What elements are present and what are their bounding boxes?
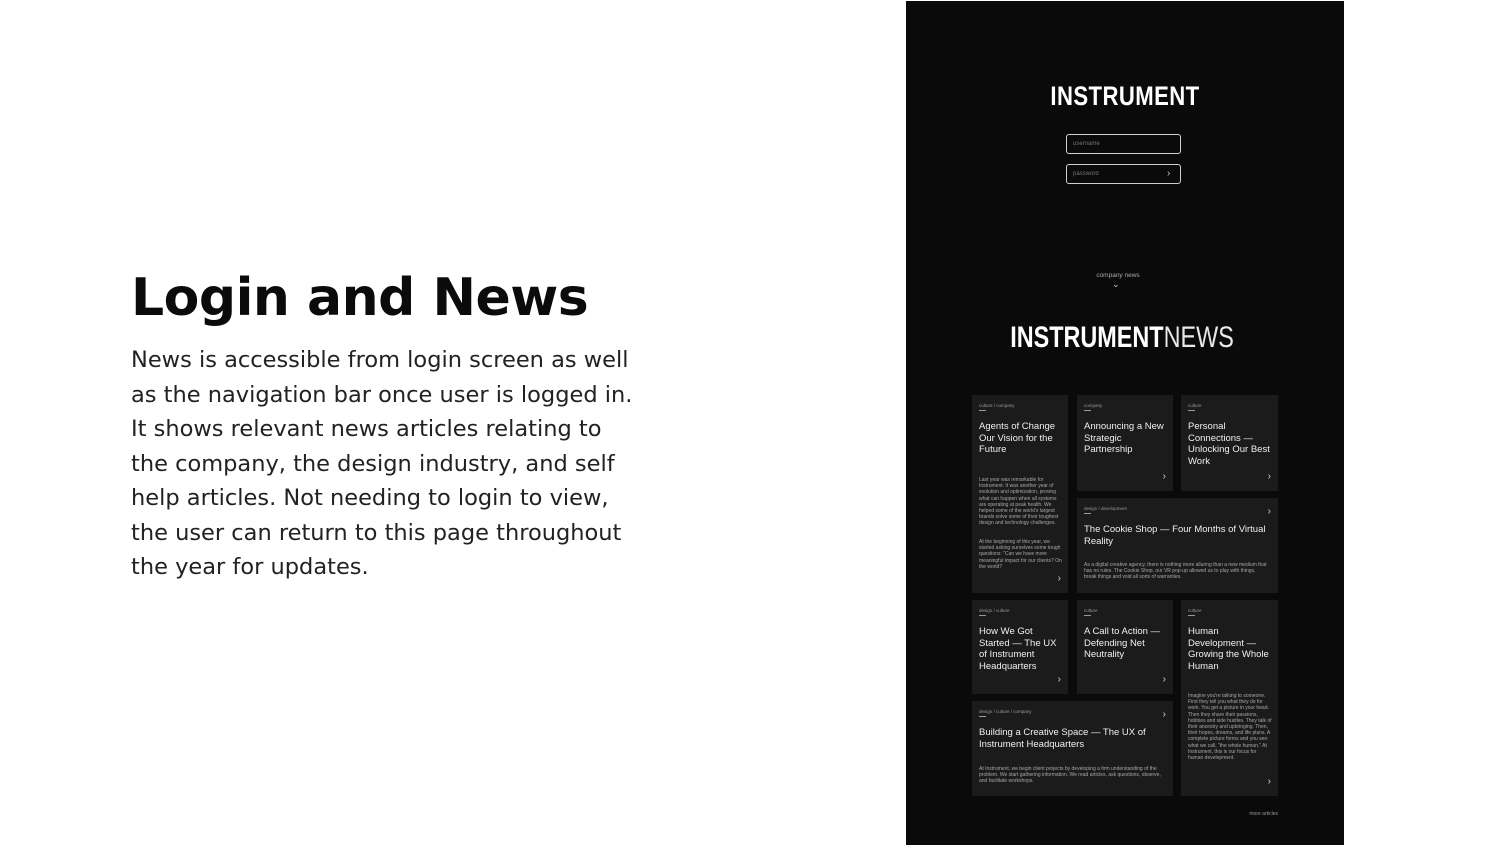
tag-divider — [1188, 615, 1195, 616]
article-tag: culture — [1188, 403, 1202, 408]
chevron-right-icon[interactable]: › — [1163, 675, 1166, 685]
article-card[interactable]: design / culture How We Got Started — Th… — [972, 600, 1068, 694]
article-card[interactable]: culture / company Agents of Change Our V… — [972, 395, 1068, 593]
article-excerpt: Last year was remarkable for Instrument.… — [979, 477, 1059, 527]
article-title: A Call to Action — Defending Net Neutral… — [1084, 626, 1161, 661]
article-tag: design / culture — [979, 608, 1010, 613]
slide-description: News is accessible from login screen as … — [131, 347, 633, 580]
chevron-right-icon[interactable]: › — [1167, 168, 1170, 180]
article-excerpt: As a digital creative agency, there is n… — [1084, 562, 1267, 581]
article-tag: culture / company — [979, 403, 1015, 408]
chevron-right-icon[interactable]: › — [1163, 710, 1166, 720]
article-excerpt: At the beginning of this year, we starte… — [979, 539, 1062, 570]
article-card[interactable]: culture Human Development — Growing the … — [1181, 600, 1278, 796]
article-title: Agents of Change Our Vision for the Futu… — [979, 421, 1056, 456]
instrument-logo: INSTRUMENT — [1050, 81, 1200, 111]
tag-divider — [979, 410, 986, 411]
news-title-bold: INSTRUMENT — [1010, 321, 1164, 354]
article-tag: company — [1084, 403, 1103, 408]
tag-divider — [1084, 410, 1091, 411]
tag-divider — [1188, 410, 1195, 411]
chevron-right-icon[interactable]: › — [1268, 507, 1271, 517]
news-title: INSTRUMENTNEWS — [954, 321, 1291, 355]
article-card[interactable]: culture Personal Connections — Unlocking… — [1181, 395, 1278, 491]
password-input[interactable] — [1066, 164, 1181, 184]
tag-divider — [979, 615, 986, 616]
article-title: How We Got Started — The UX of Instrumen… — [979, 626, 1057, 673]
chevron-right-icon[interactable]: › — [1058, 574, 1061, 584]
article-title: The Cookie Shop — Four Months of Virtual… — [1084, 524, 1266, 547]
company-news-link[interactable]: company news — [906, 272, 1330, 279]
article-tag: culture — [1084, 608, 1098, 613]
app-screenshot: INSTRUMENT › company news ⌄ INSTRUMENTNE… — [906, 1, 1344, 845]
article-tag: culture — [1188, 608, 1202, 613]
article-tag: design / culture / company — [979, 709, 1032, 714]
article-title: Personal Connections — Unlocking Our Bes… — [1188, 421, 1270, 468]
article-card[interactable]: design / development › The Cookie Shop —… — [1077, 498, 1278, 593]
chevron-right-icon[interactable]: › — [1268, 777, 1271, 787]
article-excerpt: At Instrument, we begin client projects … — [979, 766, 1161, 785]
chevron-down-icon[interactable]: ⌄ — [1112, 279, 1120, 290]
article-card[interactable]: company Announcing a New Strategic Partn… — [1077, 395, 1173, 491]
slide-heading: Login and News — [131, 268, 589, 328]
tag-divider — [979, 716, 986, 717]
tag-divider — [1084, 615, 1091, 616]
chevron-right-icon[interactable]: › — [1163, 472, 1166, 482]
tag-divider — [1084, 513, 1091, 514]
article-title: Building a Creative Space — The UX of In… — [979, 727, 1146, 750]
article-card[interactable]: culture A Call to Action — Defending Net… — [1077, 600, 1173, 694]
article-card[interactable]: design / culture / company › Building a … — [972, 701, 1173, 796]
article-title: Announcing a New Strategic Partnership — [1084, 421, 1164, 456]
article-tag: design / development — [1084, 506, 1127, 511]
more-articles-link[interactable]: more articles — [1249, 811, 1278, 817]
username-input[interactable] — [1066, 134, 1181, 154]
article-title: Human Development — Growing the Whole Hu… — [1188, 626, 1269, 673]
news-title-light: NEWS — [1163, 321, 1234, 354]
article-excerpt: Imagine you're talking to someone. First… — [1188, 693, 1272, 762]
chevron-right-icon[interactable]: › — [1058, 675, 1061, 685]
chevron-right-icon[interactable]: › — [1268, 472, 1271, 482]
